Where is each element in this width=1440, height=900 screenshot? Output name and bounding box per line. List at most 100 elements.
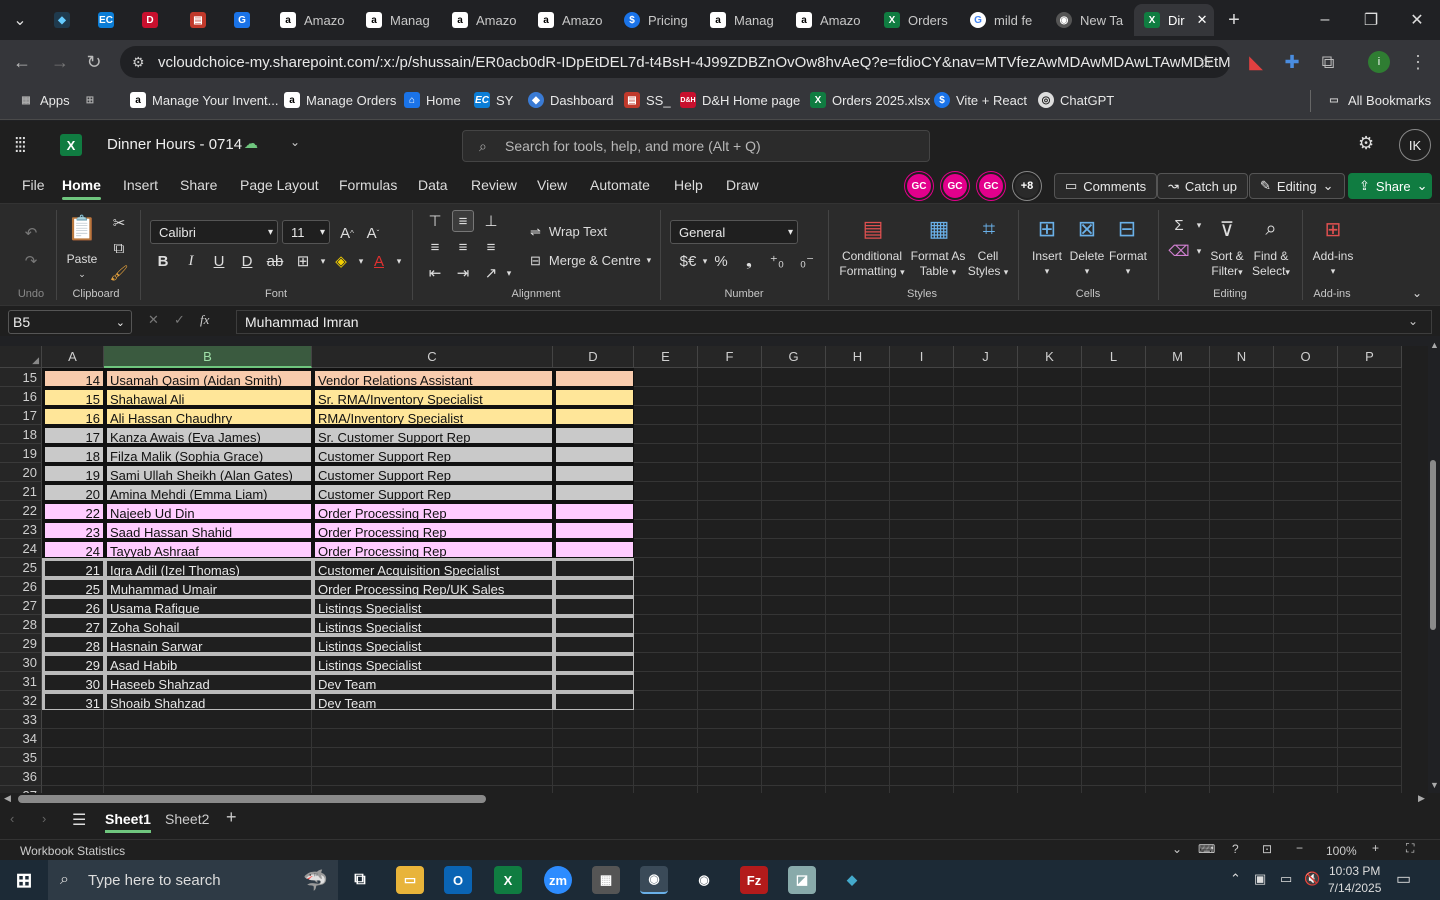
browser-tab[interactable]: G xyxy=(224,4,264,36)
cell-a[interactable]: 25 xyxy=(42,577,104,596)
scroll-left-icon[interactable]: ◀ xyxy=(4,793,11,804)
cell-b[interactable]: Tayyab Ashraaf xyxy=(104,539,312,558)
cell-c[interactable]: Listings Specialist xyxy=(312,615,553,634)
cell-d[interactable] xyxy=(553,387,634,406)
empty-cell[interactable] xyxy=(1146,634,1210,653)
empty-cell[interactable] xyxy=(762,615,826,634)
browser-tab[interactable]: a Amazo xyxy=(442,4,524,36)
empty-cell[interactable] xyxy=(762,406,826,425)
column-header[interactable]: F xyxy=(698,346,762,368)
column-header[interactable]: H xyxy=(826,346,890,368)
empty-cell[interactable] xyxy=(1210,729,1274,748)
empty-cell[interactable] xyxy=(762,482,826,501)
empty-cell[interactable] xyxy=(1082,634,1146,653)
empty-cell[interactable] xyxy=(1274,634,1338,653)
row-header[interactable]: 19 xyxy=(0,444,42,463)
cell-d[interactable] xyxy=(553,406,634,425)
url-input[interactable]: ⚙ vcloudchoice-my.sharepoint.com/:x:/p/s… xyxy=(120,46,1230,78)
tab-share[interactable]: Share xyxy=(180,177,217,193)
empty-cell[interactable] xyxy=(1210,482,1274,501)
row-header[interactable]: 33 xyxy=(0,710,42,729)
empty-cell[interactable] xyxy=(698,444,762,463)
cell-b[interactable]: Muhammad Umair xyxy=(104,577,312,596)
empty-cell[interactable] xyxy=(1146,406,1210,425)
cell-d[interactable] xyxy=(553,767,634,786)
empty-cell[interactable] xyxy=(826,653,890,672)
empty-cell[interactable] xyxy=(1274,767,1338,786)
cell-c[interactable]: Order Processing Rep xyxy=(312,539,553,558)
empty-cell[interactable] xyxy=(1018,463,1082,482)
network-icon[interactable]: ▭ xyxy=(1280,871,1292,887)
empty-cell[interactable] xyxy=(890,615,954,634)
empty-cell[interactable] xyxy=(1338,368,1402,387)
bookmark-apps[interactable]: ▦ Apps xyxy=(18,92,69,108)
empty-cell[interactable] xyxy=(890,634,954,653)
cell-a[interactable] xyxy=(42,786,104,793)
redo-icon[interactable]: ↷ xyxy=(20,250,42,272)
empty-cell[interactable] xyxy=(762,767,826,786)
cell-b[interactable]: Kanza Awais (Eva James) xyxy=(104,425,312,444)
filezilla-icon[interactable]: Fz xyxy=(740,866,768,894)
cell-d[interactable] xyxy=(553,729,634,748)
bookmark-sy[interactable]: EC SY xyxy=(474,92,513,108)
cell-c[interactable]: Listings Specialist xyxy=(312,634,553,653)
volume-muted-icon[interactable]: 🔇 xyxy=(1304,871,1320,887)
empty-cell[interactable] xyxy=(762,501,826,520)
empty-cell[interactable] xyxy=(1274,577,1338,596)
cell-b[interactable] xyxy=(104,786,312,793)
chrome-taskbar-icon[interactable]: ◉ xyxy=(640,866,668,894)
empty-cell[interactable] xyxy=(890,463,954,482)
empty-cell[interactable] xyxy=(634,615,698,634)
row-header[interactable]: 22 xyxy=(0,501,42,520)
empty-cell[interactable] xyxy=(698,634,762,653)
empty-cell[interactable] xyxy=(1146,463,1210,482)
all-sheets-menu-icon[interactable]: ☰ xyxy=(72,810,86,830)
empty-cell[interactable] xyxy=(1338,482,1402,501)
empty-cell[interactable] xyxy=(1146,444,1210,463)
empty-cell[interactable] xyxy=(954,615,1018,634)
empty-cell[interactable] xyxy=(634,710,698,729)
empty-cell[interactable] xyxy=(954,558,1018,577)
align-left-icon[interactable]: ≡ xyxy=(424,236,446,258)
empty-cell[interactable] xyxy=(1338,520,1402,539)
confirm-entry-icon[interactable]: ✓ xyxy=(174,312,185,328)
collapse-ribbon-icon[interactable]: ⌄ xyxy=(1406,282,1428,304)
browser-tab[interactable]: ◆ xyxy=(44,4,84,36)
empty-cell[interactable] xyxy=(1082,710,1146,729)
empty-cell[interactable] xyxy=(890,368,954,387)
reload-icon[interactable]: ↻ xyxy=(80,48,108,76)
empty-cell[interactable] xyxy=(1338,463,1402,482)
bookmark-chatgpt[interactable]: ◎ ChatGPT xyxy=(1038,92,1114,108)
browser-tab[interactable]: a Manag xyxy=(356,4,438,36)
empty-cell[interactable] xyxy=(954,748,1018,767)
empty-cell[interactable] xyxy=(762,672,826,691)
tab-draw[interactable]: Draw xyxy=(726,177,759,193)
row-header[interactable]: 17 xyxy=(0,406,42,425)
decrease-indent-icon[interactable]: ⇤ xyxy=(424,262,446,284)
cell-c[interactable] xyxy=(312,710,553,729)
column-header[interactable]: C xyxy=(312,346,553,368)
empty-cell[interactable] xyxy=(954,672,1018,691)
cell-d[interactable] xyxy=(553,501,634,520)
increase-decimal-icon[interactable]: ⁺₀ xyxy=(766,250,788,272)
wrap-text-button[interactable]: ⇌ Wrap Text xyxy=(530,224,607,239)
align-middle-icon[interactable]: ≡ xyxy=(452,210,474,232)
app-launcher-icon[interactable]: ⁞⁞⁞ xyxy=(14,135,27,158)
browser-tab[interactable]: ▤ xyxy=(180,4,220,36)
empty-cell[interactable] xyxy=(890,387,954,406)
add-ins-button[interactable]: Add-ins ▾ xyxy=(1306,249,1360,279)
empty-cell[interactable] xyxy=(890,520,954,539)
empty-cell[interactable] xyxy=(1146,577,1210,596)
zoom-in-icon[interactable]: + xyxy=(1372,841,1379,855)
empty-cell[interactable] xyxy=(1210,596,1274,615)
empty-cell[interactable] xyxy=(1018,558,1082,577)
task-view-icon[interactable]: ⧉ xyxy=(346,866,374,894)
empty-cell[interactable] xyxy=(698,748,762,767)
cell-d[interactable] xyxy=(553,368,634,387)
empty-cell[interactable] xyxy=(1018,520,1082,539)
empty-cell[interactable] xyxy=(1274,444,1338,463)
cell-d[interactable] xyxy=(553,425,634,444)
bookmark-ss[interactable]: ▤ SS_ xyxy=(624,92,671,108)
empty-cell[interactable] xyxy=(1338,387,1402,406)
prev-sheet-icon[interactable]: ‹ xyxy=(10,811,14,826)
